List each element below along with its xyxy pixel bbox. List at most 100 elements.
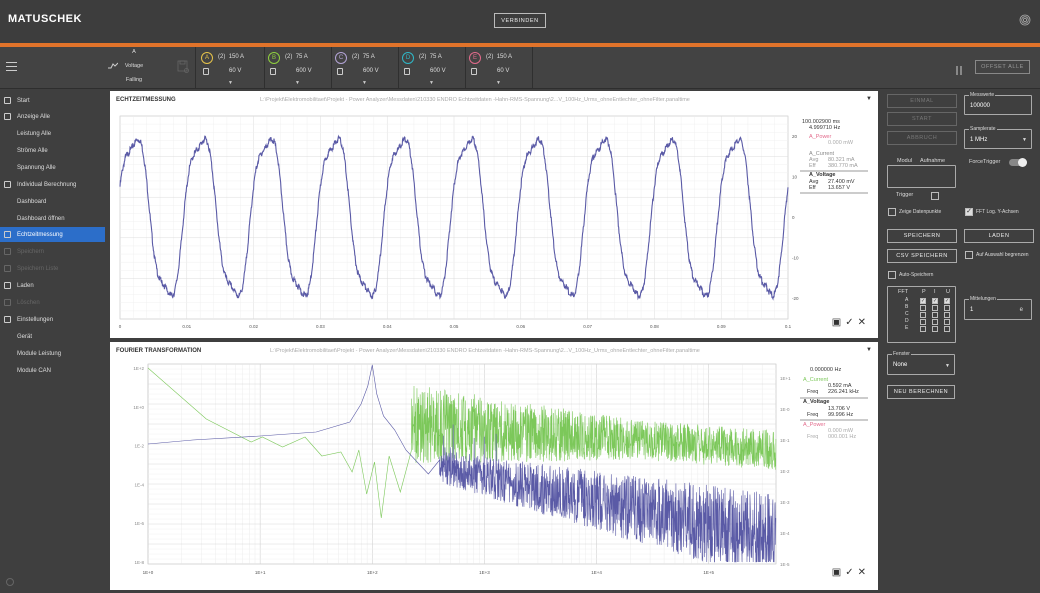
mittelungen-field[interactable]: Mittelungen 1 e xyxy=(964,296,1032,320)
load-button[interactable]: LADEN xyxy=(964,229,1034,243)
copy-icon[interactable] xyxy=(270,68,276,75)
channel-d[interactable]: D (2) 75 A 600 V ▼ xyxy=(400,47,467,88)
once-button[interactable]: EINMAL xyxy=(887,94,957,108)
fft-log-checkbox[interactable]: ✓ xyxy=(965,208,973,216)
recalculate-button[interactable]: NEU BERECHNEN xyxy=(887,385,955,399)
offset-all-button[interactable]: OFFSET ALLE xyxy=(975,60,1030,74)
fft-d-p-checkbox[interactable] xyxy=(920,319,926,325)
connect-button[interactable]: VERBINDEN xyxy=(494,13,546,28)
settings-gear-icon[interactable] xyxy=(6,578,14,586)
fft-a-u-checkbox[interactable]: ✓ xyxy=(944,298,950,304)
fft-b-p-checkbox[interactable] xyxy=(920,305,926,311)
close-icon[interactable]: ✕ xyxy=(858,567,866,578)
channel-c-badge[interactable]: C xyxy=(335,52,347,64)
channel-c[interactable]: C (2) 75 A 600 V ▼ xyxy=(333,47,400,88)
limit-selection-checkbox[interactable] xyxy=(965,251,973,259)
chevron-down-icon[interactable]: ▼ xyxy=(362,80,367,86)
calc-icon xyxy=(4,181,11,188)
fft-a-i-checkbox[interactable]: ✓ xyxy=(932,298,938,304)
fenster-select[interactable]: Fenster None ▼ xyxy=(887,351,955,375)
time-chart[interactable]: 0 0.01 0.02 0.03 0.04 0.05 0.06 0.07 0.08 0.09 0.1… xyxy=(110,91,878,338)
fft-e-p-checkbox[interactable] xyxy=(920,326,926,332)
force-trigger-toggle[interactable] xyxy=(1009,158,1027,167)
y-tick-label-right: 1E+1 xyxy=(780,376,791,381)
chevron-down-icon[interactable]: ▼ xyxy=(496,80,501,86)
fft-e-u-checkbox[interactable] xyxy=(944,326,950,332)
start-button[interactable]: START xyxy=(887,112,957,126)
trigger-channel[interactable]: A xyxy=(119,49,149,55)
line-icon[interactable]: ✓ xyxy=(845,567,853,578)
image-icon[interactable]: ▣ xyxy=(832,317,841,328)
sidebar-item-dashboard-ffnen[interactable]: Dashboard öffnen xyxy=(0,211,105,226)
channel-d-badge[interactable]: D xyxy=(402,52,414,64)
chevron-down-icon[interactable]: ▼ xyxy=(228,80,233,86)
sidebar-item-ger-t[interactable]: Gerät xyxy=(0,329,105,344)
sidebar-item-laden[interactable]: Laden xyxy=(0,278,105,293)
fft-c-i-checkbox[interactable] xyxy=(932,312,938,318)
chart-tools: ▣ ✓ ✕ xyxy=(832,317,866,328)
fft-chart[interactable]: 1E+0 1E+1 1E+2 1E+3 1E+4 1E+5 1E+2 1E+0 1E-2 1E-4… xyxy=(110,342,878,590)
sidebar-item-spannung-alle[interactable]: Spannung Alle xyxy=(0,160,105,175)
sidebar-item-module-can[interactable]: Module CAN xyxy=(0,363,105,378)
sidebar-item-individual-berechnung[interactable]: Individual Berechnung xyxy=(0,177,105,192)
trigger-checkbox[interactable] xyxy=(931,192,939,200)
channel-a[interactable]: A (2) 150 A 60 V ▼ xyxy=(199,47,266,88)
copy-icon[interactable] xyxy=(404,68,410,75)
sidebar-item-speichern[interactable]: Speichern xyxy=(0,244,105,259)
image-icon[interactable]: ▣ xyxy=(832,567,841,578)
pause-icon[interactable] xyxy=(956,62,964,75)
sidebar-item-speichern-liste[interactable]: Speichern Liste xyxy=(0,261,105,276)
copy-icon[interactable] xyxy=(203,68,209,75)
sidebar-item-module-leistung[interactable]: Module Leistung xyxy=(0,346,105,361)
line-icon[interactable]: ✓ xyxy=(845,317,853,328)
y-tick-label-left: 1E+0 xyxy=(133,405,144,410)
fft-e-i-checkbox[interactable] xyxy=(932,326,938,332)
fft-b-u-checkbox[interactable] xyxy=(944,305,950,311)
channel-e[interactable]: E (2) 150 A 60 V ▼ xyxy=(467,47,534,88)
modul-aufnahme-box[interactable] xyxy=(887,165,956,188)
chevron-down-icon[interactable]: ▼ xyxy=(295,80,300,86)
csv-save-button[interactable]: CSV SPEICHERN xyxy=(887,249,957,263)
sidebar-item-echtzeitmessung[interactable]: Echtzeitmessung xyxy=(0,227,105,242)
channel-e-badge[interactable]: E xyxy=(469,52,481,64)
copy-icon[interactable] xyxy=(471,68,477,75)
sidebar-item-str-me-alle[interactable]: Ströme Alle xyxy=(0,143,105,158)
y-tick-label-right: 1E-4 xyxy=(780,531,790,536)
fft-c-p-checkbox[interactable] xyxy=(920,312,926,318)
channel-b[interactable]: B (2) 75 A 600 V ▼ xyxy=(266,47,333,88)
fft-d-u-checkbox[interactable] xyxy=(944,319,950,325)
sidebar-item-label: Individual Berechnung xyxy=(17,181,77,188)
save-disk-icon[interactable] xyxy=(177,59,189,73)
abort-button[interactable]: ABBRUCH xyxy=(887,131,957,145)
trigger-edge[interactable]: Falling xyxy=(119,77,149,83)
sidebar-item-start[interactable]: Start xyxy=(0,93,105,108)
fft-a-p-checkbox[interactable]: ✓ xyxy=(920,298,926,304)
sidebar-item-leistung-alle[interactable]: Leistung Alle xyxy=(0,126,105,141)
fft-b-i-checkbox[interactable] xyxy=(932,305,938,311)
logo: MATUSCHEK xyxy=(8,13,82,25)
trigger-signal[interactable]: Voltage xyxy=(119,63,149,69)
sidebar-item-einstellungen[interactable]: Einstellungen xyxy=(0,312,105,327)
show-points-checkbox[interactable] xyxy=(888,208,896,216)
channel-a-badge[interactable]: A xyxy=(201,52,213,64)
sidebar-item-l-schen[interactable]: Löschen xyxy=(0,295,105,310)
y-tick-label: -20 xyxy=(792,296,799,301)
fft-c-u-checkbox[interactable] xyxy=(944,312,950,318)
messwerte-field[interactable]: Messwerte 100000 xyxy=(964,92,1032,115)
save-button[interactable]: SPEICHERN xyxy=(887,229,957,243)
samplerate-select[interactable]: Samplerate 1 MHz ▼ xyxy=(964,126,1032,149)
sidebar-item-anzeige-alle[interactable]: Anzeige Alle xyxy=(0,109,105,124)
sidebar-item-label: Module Leistung xyxy=(17,350,62,357)
close-icon[interactable]: ✕ xyxy=(858,317,866,328)
fft-d-i-checkbox[interactable] xyxy=(932,319,938,325)
sidebar: Start Anzeige Alle Leistung Alle Ströme All… xyxy=(0,89,105,593)
menu-icon[interactable] xyxy=(6,62,17,71)
sidebar-item-dashboard[interactable]: Dashboard xyxy=(0,194,105,209)
chevron-down-icon[interactable]: ▼ xyxy=(429,80,434,86)
fingerprint-icon[interactable] xyxy=(1019,14,1031,26)
auto-save-checkbox[interactable] xyxy=(888,271,896,279)
y-tick-label-left: 1E-2 xyxy=(134,444,144,449)
sidebar-item-label: Löschen xyxy=(17,299,40,306)
copy-icon[interactable] xyxy=(337,68,343,75)
channel-b-badge[interactable]: B xyxy=(268,52,280,64)
